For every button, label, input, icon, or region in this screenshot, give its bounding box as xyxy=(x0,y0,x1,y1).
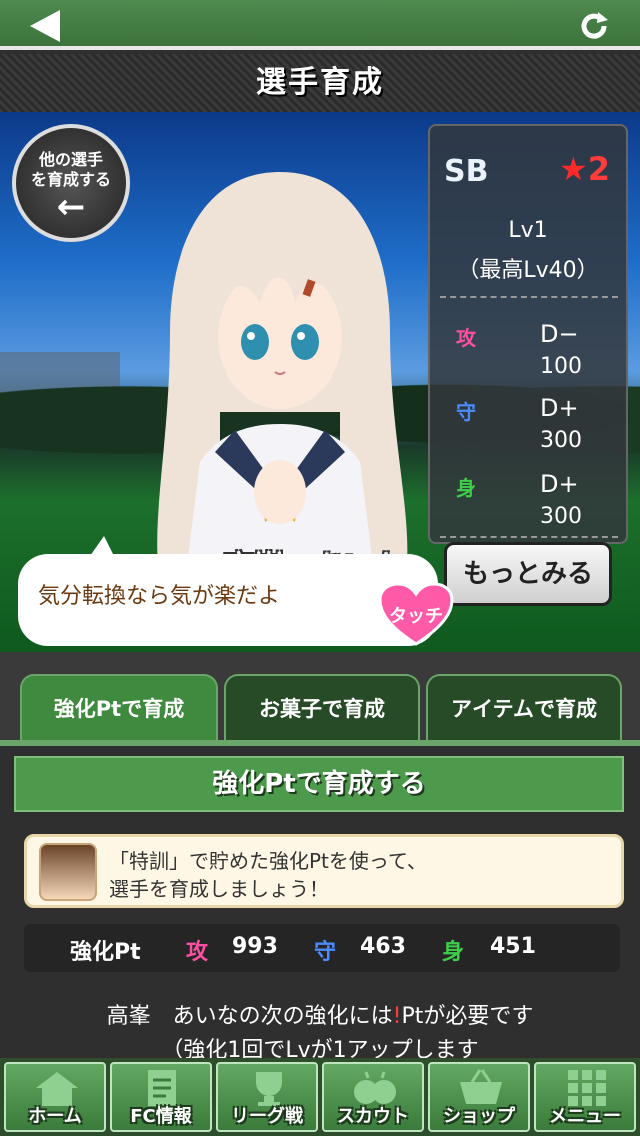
divider xyxy=(440,536,618,538)
stat-physical-grade: D+ xyxy=(540,470,579,498)
points-attack-label: 攻 xyxy=(186,940,209,965)
stat-attack-value: 100 xyxy=(540,354,582,379)
touch-button[interactable]: タッチ xyxy=(378,582,454,646)
position-label: SB xyxy=(444,154,489,189)
nav-shop[interactable]: ショップ xyxy=(428,1062,530,1132)
requirement-part-1: 高峯 あいなの次の強化には xyxy=(106,1004,393,1029)
nav-home[interactable]: ホーム xyxy=(4,1062,106,1132)
nav-shop-label: ショップ xyxy=(443,1106,515,1127)
section-header: 強化Ptで育成する xyxy=(14,756,624,812)
info-line-2: 選手を育成しましょう！ xyxy=(109,877,329,901)
stat-defense-value: 300 xyxy=(540,428,582,453)
back-button[interactable] xyxy=(30,10,66,44)
info-line-1: 「特訓」で貯めた強化Ptを使って、 xyxy=(109,849,427,873)
tab-sweets[interactable]: お菓子で育成 xyxy=(224,674,420,740)
points-physical-value: 451 xyxy=(490,934,536,959)
guide-avatar xyxy=(39,843,97,901)
tab-items[interactable]: アイテムで育成 xyxy=(426,674,622,740)
stat-attack-grade: D− xyxy=(540,320,579,348)
points-label: 強化Pt xyxy=(70,940,141,965)
nav-scout-label: スカウト xyxy=(337,1106,409,1127)
stat-defense-label: 守 xyxy=(456,400,476,424)
main-panel: 強化Ptで育成する 「特訓」で貯めた強化Ptを使って、 選手を育成しましょう！ … xyxy=(0,746,640,1063)
other-player-label-1: 他の選手 xyxy=(38,150,103,169)
speech-text: 気分転換なら気が楽だよ xyxy=(38,584,281,609)
other-player-button[interactable]: 他の選手 を育成する ← xyxy=(12,124,130,242)
nav-fc-info-label: FC情報 xyxy=(130,1106,192,1127)
nav-league[interactable]: リーグ戦 xyxy=(216,1062,318,1132)
character-scene: 他の選手 を育成する ← SB ★2 Lv1 （最高Lv40） 攻 D− 100… xyxy=(0,112,640,652)
stat-defense-grade: D+ xyxy=(540,394,579,422)
rarity-value: 2 xyxy=(587,150,610,188)
divider xyxy=(440,296,618,298)
points-defense-label: 守 xyxy=(314,940,337,965)
stats-panel: SB ★2 Lv1 （最高Lv40） 攻 D− 100 守 D+ 300 身 D… xyxy=(428,124,628,544)
points-physical-label: 身 xyxy=(442,940,465,965)
max-level-label: （最高Lv40） xyxy=(457,258,599,283)
nav-menu-label: メニュー xyxy=(549,1106,621,1127)
nav-menu[interactable]: メニュー xyxy=(534,1062,636,1132)
stat-physical-value: 300 xyxy=(540,504,582,529)
info-box: 「特訓」で貯めた強化Ptを使って、 選手を育成しましょう！ xyxy=(24,834,624,908)
speech-bubble-tail xyxy=(90,536,114,556)
points-row: 強化Pt 攻 993 守 463 身 451 xyxy=(24,924,620,972)
top-bar xyxy=(0,0,640,50)
points-defense-value: 463 xyxy=(360,934,406,959)
star-icon: ★ xyxy=(559,150,588,188)
tab-points[interactable]: 強化Ptで育成 xyxy=(20,674,218,740)
title-bar: 選手育成 xyxy=(0,54,640,112)
reload-icon xyxy=(581,12,608,39)
nav-league-label: リーグ戦 xyxy=(231,1106,303,1127)
nav-home-label: ホーム xyxy=(28,1106,82,1127)
stat-physical-label: 身 xyxy=(456,476,476,500)
nav-scout[interactable]: スカウト xyxy=(322,1062,424,1132)
see-more-button[interactable]: もっとみる xyxy=(444,542,612,606)
left-arrow-icon: ← xyxy=(56,187,86,227)
rarity-badge: ★2 xyxy=(559,150,610,188)
reload-button[interactable] xyxy=(578,10,610,42)
page-title: 選手育成 xyxy=(256,65,384,100)
back-arrow-icon xyxy=(30,10,60,42)
nav-fc-info[interactable]: FC情報 xyxy=(110,1062,212,1132)
stat-attack-label: 攻 xyxy=(456,326,476,350)
points-attack-value: 993 xyxy=(232,934,278,959)
requirement-part-2: Ptが必要です xyxy=(401,1004,534,1029)
speech-bubble: 気分転換なら気が楽だよ xyxy=(18,536,438,646)
level-label: Lv1 xyxy=(508,218,548,243)
bottom-nav: ホーム FC情報 リーグ戦 スカウト ショップ メニュー xyxy=(0,1058,640,1136)
requirement-text: 高峯 あいなの次の強化には!Ptが必要です xyxy=(0,998,640,1030)
tab-bar: 強化Ptで育成 お菓子で育成 アイテムで育成 xyxy=(0,652,640,744)
touch-label: タッチ xyxy=(389,606,443,627)
